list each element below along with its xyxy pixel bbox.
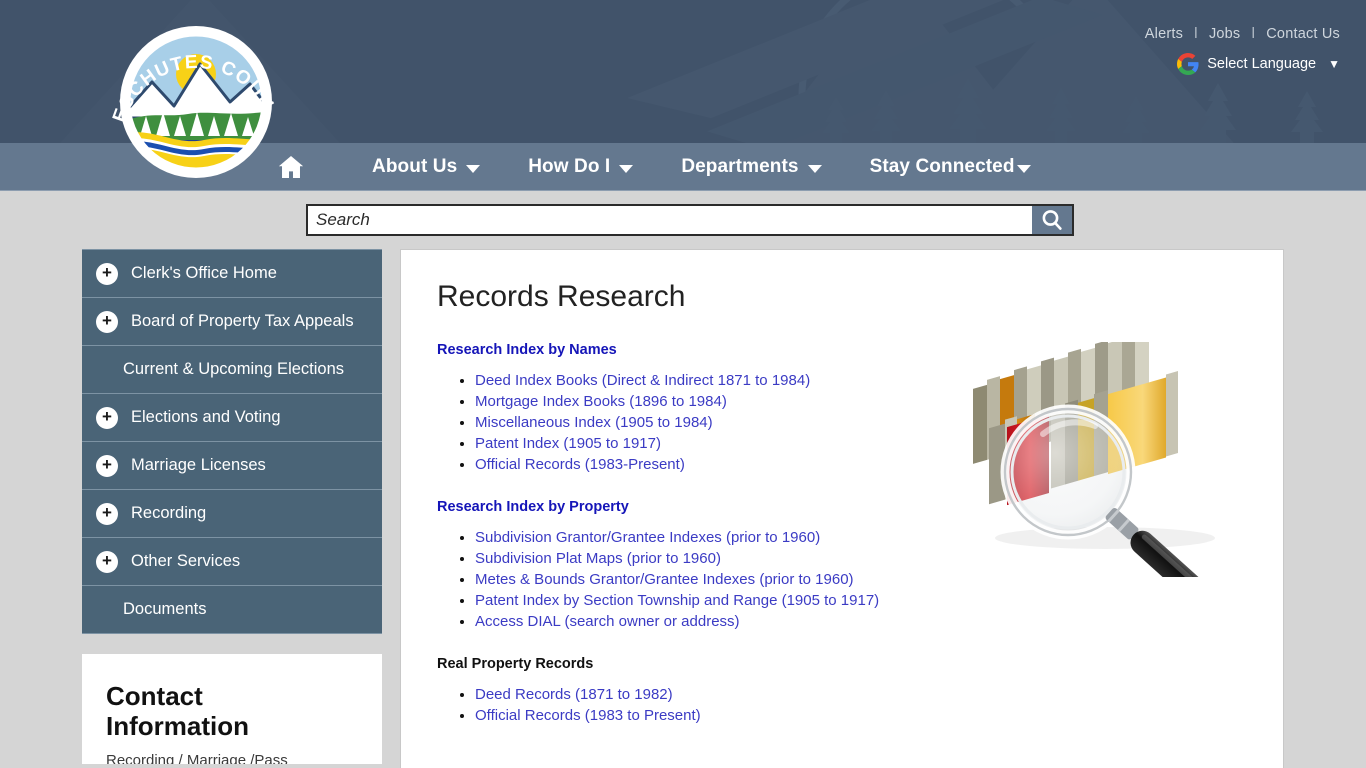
google-translate-icon xyxy=(1177,53,1199,75)
sidebar-item-label: Documents xyxy=(123,600,207,618)
sidebar-item-elections-and-voting[interactable]: + Elections and Voting xyxy=(82,394,382,442)
link-subdivision-grantor-grantee-indexes[interactable]: Subdivision Grantor/Grantee Indexes (pri… xyxy=(475,529,820,546)
list-item: Mortgage Index Books (1896 to 1984) xyxy=(475,391,1249,412)
plus-icon: + xyxy=(96,502,118,525)
jobs-link[interactable]: Jobs xyxy=(1209,26,1240,42)
contact-information-subtitle: Recording / Marriage /Pass xyxy=(106,751,288,764)
link-list-real-property-records: Deed Records (1871 to 1982) Official Rec… xyxy=(475,684,1249,726)
list-item: Subdivision Plat Maps (prior to 1960) xyxy=(475,548,1249,569)
utility-separator-1: l xyxy=(1194,26,1198,42)
list-item: Metes & Bounds Grantor/Grantee Indexes (… xyxy=(475,569,1249,590)
language-label: Select Language xyxy=(1207,56,1317,72)
link-miscellaneous-index[interactable]: Miscellaneous Index (1905 to 1984) xyxy=(475,414,713,431)
plus-icon: + xyxy=(96,262,118,285)
list-item: Subdivision Grantor/Grantee Indexes (pri… xyxy=(475,527,1249,548)
search-icon xyxy=(1042,210,1062,230)
link-official-records-1983-to-present[interactable]: Official Records (1983 to Present) xyxy=(475,707,701,724)
contact-information-title: Contact Information xyxy=(106,681,249,741)
link-access-dial[interactable]: Access DIAL (search owner or address) xyxy=(475,613,740,630)
list-item: Official Records (1983-Present) xyxy=(475,454,1249,475)
main-content-panel: Records Research Research Index by Names… xyxy=(400,249,1284,768)
header-utility-area: Alerts l Jobs l Contact Us Select Langua… xyxy=(1145,26,1340,75)
list-item: Access DIAL (search owner or address) xyxy=(475,611,1249,632)
chevron-down-icon xyxy=(466,164,481,173)
nav-item-about-us[interactable]: About Us xyxy=(372,155,481,178)
utility-links: Alerts l Jobs l Contact Us xyxy=(1145,26,1340,42)
sidebar-item-label: Board of Property Tax Appeals xyxy=(131,312,354,330)
chevron-down-icon xyxy=(619,164,634,173)
sidebar-item-documents[interactable]: Documents xyxy=(82,586,382,634)
nav-item-how-do-i-label: How Do I xyxy=(528,155,611,177)
list-item: Official Records (1983 to Present) xyxy=(475,705,1249,726)
link-subdivision-plat-maps[interactable]: Subdivision Plat Maps (prior to 1960) xyxy=(475,550,721,567)
sidebar-item-label: Current & Upcoming Elections xyxy=(123,360,345,378)
plus-icon: + xyxy=(96,550,118,573)
list-item: Patent Index by Section Township and Ran… xyxy=(475,590,1249,611)
nav-item-stay-connected-label: Stay Connected xyxy=(869,155,1015,177)
page-title: Records Research xyxy=(437,280,686,313)
list-item: Miscellaneous Index (1905 to 1984) xyxy=(475,412,1249,433)
chevron-down-icon xyxy=(807,164,822,173)
sidebar-item-label: Marriage Licenses xyxy=(131,456,266,474)
link-official-records-1983-present[interactable]: Official Records (1983-Present) xyxy=(475,456,685,473)
chevron-down-icon: ▼ xyxy=(1328,57,1340,71)
sidebar-item-label: Other Services xyxy=(131,552,241,570)
sidebar-item-marriage-licenses[interactable]: + Marriage Licenses xyxy=(82,442,382,490)
nav-item-departments[interactable]: Departments xyxy=(681,155,822,178)
list-item: Deed Records (1871 to 1982) xyxy=(475,684,1249,705)
nav-item-departments-label: Departments xyxy=(681,155,799,177)
nav-item-about-us-label: About Us xyxy=(372,155,458,177)
plus-icon: + xyxy=(96,406,118,429)
sidebar-item-label: Elections and Voting xyxy=(131,408,281,426)
plus-icon: + xyxy=(96,310,118,333)
list-item: Patent Index (1905 to 1917) xyxy=(475,433,1249,454)
deschutes-county-logo[interactable]: DESCHUTES COUNTY xyxy=(96,0,288,190)
link-patent-index-by-section-township-range[interactable]: Patent Index by Section Township and Ran… xyxy=(475,592,879,609)
link-deed-records[interactable]: Deed Records (1871 to 1982) xyxy=(475,686,673,703)
section-heading-research-index-by-property: Research Index by Property xyxy=(437,499,629,515)
search-bar-row xyxy=(0,191,1366,249)
link-deed-index-books[interactable]: Deed Index Books (Direct & Indirect 1871… xyxy=(475,372,810,389)
page-body: + Clerk's Office Home + Board of Propert… xyxy=(0,249,1366,768)
link-list-research-index-by-property: Subdivision Grantor/Grantee Indexes (pri… xyxy=(475,527,1249,632)
contact-us-link[interactable]: Contact Us xyxy=(1266,26,1340,42)
nav-item-stay-connected[interactable]: Stay Connected xyxy=(870,156,1031,178)
search-box xyxy=(306,204,1074,236)
search-submit-button[interactable] xyxy=(1032,204,1074,236)
list-item: Deed Index Books (Direct & Indirect 1871… xyxy=(475,370,1249,391)
section-heading-real-property-records: Real Property Records xyxy=(437,656,594,672)
nav-item-how-do-i[interactable]: How Do I xyxy=(528,155,634,178)
section-heading-research-index-by-names: Research Index by Names xyxy=(437,342,617,358)
sidebar-item-recording[interactable]: + Recording xyxy=(82,490,382,538)
sidebar: + Clerk's Office Home + Board of Propert… xyxy=(82,249,382,768)
link-patent-index[interactable]: Patent Index (1905 to 1917) xyxy=(475,435,661,452)
link-metes-bounds-grantor-grantee-indexes[interactable]: Metes & Bounds Grantor/Grantee Indexes (… xyxy=(475,571,854,588)
sidebar-item-current-upcoming-elections[interactable]: Current & Upcoming Elections xyxy=(82,346,382,394)
link-mortgage-index-books[interactable]: Mortgage Index Books (1896 to 1984) xyxy=(475,393,727,410)
logo-graphic: DESCHUTES COUNTY xyxy=(96,0,277,178)
contact-information-card: Contact Information Recording / Marriage… xyxy=(82,654,382,764)
sidebar-item-board-of-property-tax-appeals[interactable]: + Board of Property Tax Appeals xyxy=(82,298,382,346)
sidebar-item-clerks-office-home[interactable]: + Clerk's Office Home xyxy=(82,250,382,298)
utility-separator-2: l xyxy=(1251,26,1256,42)
alerts-link[interactable]: Alerts xyxy=(1145,26,1183,42)
language-selector[interactable]: Select Language ▼ xyxy=(1145,53,1340,75)
sidebar-item-other-services[interactable]: + Other Services xyxy=(82,538,382,586)
plus-icon: + xyxy=(96,454,118,477)
chevron-down-icon xyxy=(1016,164,1031,173)
sidebar-item-label: Recording xyxy=(131,504,207,522)
sidebar-nav: + Clerk's Office Home + Board of Propert… xyxy=(82,249,382,634)
search-input[interactable] xyxy=(306,204,1032,236)
link-list-research-index-by-names: Deed Index Books (Direct & Indirect 1871… xyxy=(475,370,1249,475)
sidebar-item-label: Clerk's Office Home xyxy=(131,264,277,282)
